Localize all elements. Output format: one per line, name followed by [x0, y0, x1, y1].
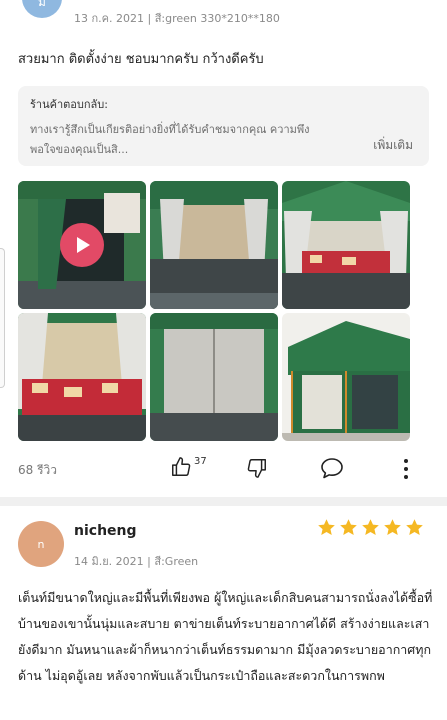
review-photo[interactable]: [282, 181, 410, 309]
star-icon: [384, 519, 401, 536]
star-icon: [406, 519, 423, 536]
more-options-button[interactable]: [402, 458, 410, 484]
like-button[interactable]: 37: [170, 456, 207, 482]
review-date-variant: 14 มิ.ย. 2021 | สี:Green: [74, 555, 199, 568]
star-icon: [318, 519, 335, 536]
review-video-thumbnail[interactable]: [18, 181, 146, 309]
reviewer-username[interactable]: nicheng: [74, 523, 137, 539]
dislike-button[interactable]: [246, 457, 268, 483]
seller-reply-more-link[interactable]: เพิ่มเติม: [373, 136, 413, 155]
review-photo[interactable]: [282, 313, 410, 441]
like-count: 37: [194, 456, 207, 467]
play-icon[interactable]: [60, 223, 104, 267]
seller-reply: ร้านค้าตอบกลับ: ทางเรารู้สึกเป็นเกียรติอ…: [18, 86, 429, 166]
reviews-count[interactable]: 68 รีวิว: [18, 461, 57, 480]
reviewer-avatar[interactable]: n: [18, 521, 64, 567]
seller-reply-text: ทางเรารู้สึกเป็นเกียรติอย่างยิ่งที่ได้รั…: [30, 123, 310, 156]
review-date-variant: 13 ก.ค. 2021 | สี:green 330*210**180: [74, 12, 280, 25]
seller-reply-title: ร้านค้าตอบกลับ:: [30, 98, 108, 111]
thumbs-down-icon: [246, 459, 268, 483]
thumbs-up-icon: [170, 456, 192, 482]
review-photo[interactable]: [18, 313, 146, 441]
section-divider: [0, 497, 447, 506]
reviewer-avatar: ม: [22, 0, 62, 18]
comment-bubble-icon: [320, 458, 344, 483]
review-text: สวยมาก ติดตั้งง่าย ชอบมากครับ กว้างดีครั…: [18, 52, 264, 67]
star-rating: [317, 518, 424, 537]
side-drawer-handle[interactable]: [0, 248, 5, 388]
review-text: เต็นท์มีขนาดใหญ่และมีพื้นที่เพียงพอ ผู้ใ…: [18, 590, 433, 683]
vertical-dots-icon: [402, 459, 410, 484]
review-photo[interactable]: [150, 313, 278, 441]
comment-button[interactable]: [320, 457, 344, 483]
star-icon: [362, 519, 379, 536]
review-photo[interactable]: [150, 181, 278, 309]
star-icon: [340, 519, 357, 536]
